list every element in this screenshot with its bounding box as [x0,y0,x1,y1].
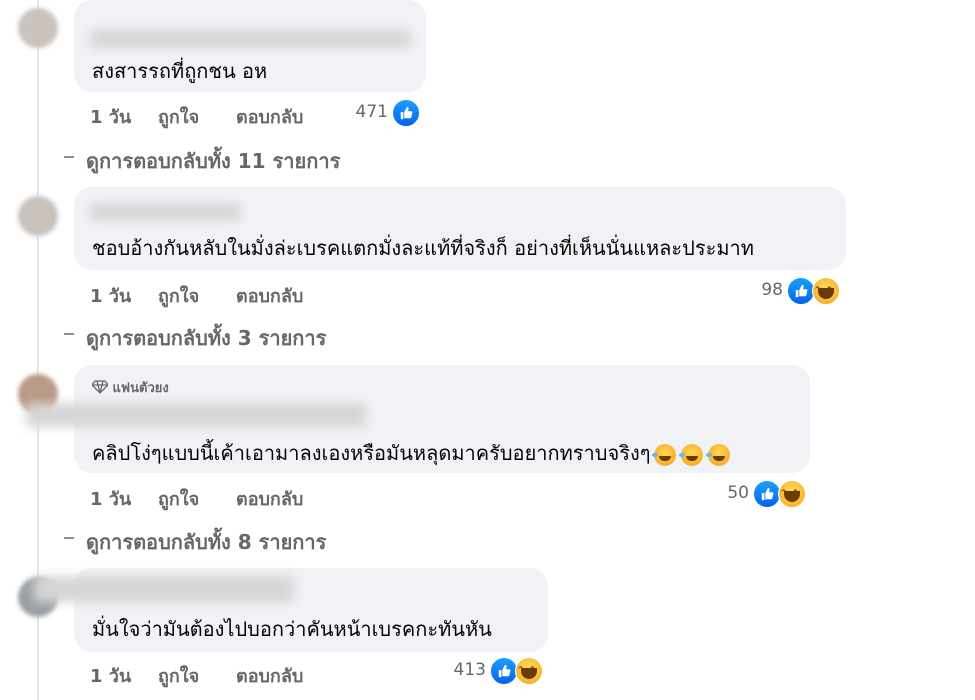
reaction-count: 98 [761,280,783,300]
reply-button[interactable]: ตอบกลับ [236,281,303,310]
comment-bubble: แฟนตัวยง คลิปโง่ๆแบบนี้เค้าเอามาลงเองหรื… [26,365,810,473]
like-button[interactable]: ถูกใจ [158,484,199,513]
comment-text-body: คลิปโง่ๆแบบนี้เค้าเอามาลงเองหรือมันหลุดม… [92,441,651,465]
comment-text: มั่นใจว่ามันต้องไปบอกว่าคันหน้าเบรคกะทัน… [92,617,492,641]
comment-text: คลิปโง่ๆแบบนี้เค้าเอามาลงเองหรือมันหลุดม… [92,437,735,469]
view-replies-link[interactable]: ดูการตอบกลับทั้ง 11 รายการ [64,145,341,177]
reaction-count: 413 [453,660,486,680]
trailing-emojis [652,441,735,466]
like-icon [490,657,518,685]
like-icon [753,480,781,508]
commenter-name-blurred[interactable] [90,203,240,221]
haha-icon: ^^ [515,657,543,685]
like-button[interactable]: ถูกใจ [158,102,199,131]
view-replies-label: ดูการตอบกลับทั้ง 8 รายการ [86,530,327,554]
view-replies-link[interactable]: ดูการตอบกลับทั้ง 3 รายการ [64,322,327,354]
comment-bubble: สงสารรถที่ถูกชน อห [74,0,426,92]
like-button[interactable]: ถูกใจ [158,281,199,310]
reply-button[interactable]: ตอบกลับ [236,661,303,690]
reply-button[interactable]: ตอบกลับ [236,484,303,513]
comment-time-link[interactable]: 1 วัน [90,484,131,513]
commenter-name-blurred[interactable] [34,576,294,602]
comment-bubble: ชอบอ้างกันหลับในมั่งล่ะเบรคแตกมั่งละแท้ท… [74,187,846,270]
avatar[interactable] [18,196,58,236]
reply-dash [64,156,74,158]
view-replies-label: ดูการตอบกลับทั้ง 11 รายการ [86,149,341,173]
comment-text: สงสารรถที่ถูกชน อห [92,59,268,83]
haha-icon: ^^ [812,277,840,305]
diamond-icon [91,380,113,396]
commenter-name-blurred[interactable] [26,403,366,427]
comment-time-link[interactable]: 1 วัน [90,102,131,131]
reply-dash [64,333,74,335]
commenter-name-blurred[interactable] [90,30,410,48]
view-replies-link[interactable]: ดูการตอบกลับทั้ง 8 รายการ [64,526,327,558]
rofl-emoji [706,443,731,466]
like-button[interactable]: ถูกใจ [158,661,199,690]
top-fan-label: แฟนตัวยง [112,381,169,396]
avatar[interactable] [18,8,58,48]
comment-time-link[interactable]: 1 วัน [90,281,131,310]
reaction-count: 50 [727,483,749,503]
like-icon [392,99,420,127]
like-icon [787,277,815,305]
top-fan-badge[interactable]: แฟนตัวยง [91,377,169,398]
rofl-emoji [679,443,704,466]
comment-text: ชอบอ้างกันหลับในมั่งล่ะเบรคแตกมั่งละแท้ท… [92,236,754,260]
comment-time-link[interactable]: 1 วัน [90,661,131,690]
haha-icon: ^^ [778,480,806,508]
reply-button[interactable]: ตอบกลับ [236,102,303,131]
reply-dash [64,537,74,539]
rofl-emoji [652,443,677,466]
comment-bubble: มั่นใจว่ามันต้องไปบอกว่าคันหน้าเบรคกะทัน… [34,568,548,652]
reaction-count: 471 [355,102,388,122]
view-replies-label: ดูการตอบกลับทั้ง 3 รายการ [86,326,327,350]
